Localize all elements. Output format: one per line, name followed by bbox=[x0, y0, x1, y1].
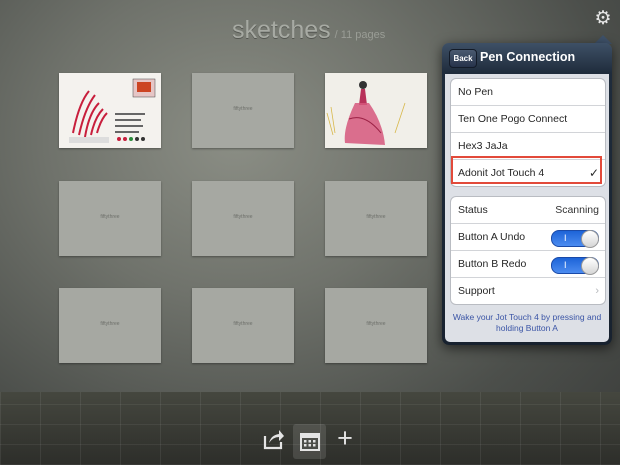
button-a-label: Button A Undo bbox=[458, 231, 526, 243]
thumbnail-watermark: fiftythree bbox=[233, 321, 253, 327]
status-row: Status Scanning bbox=[451, 197, 605, 224]
thumbnail-watermark: fiftythree bbox=[366, 214, 386, 220]
thumbnail-watermark: fiftythree bbox=[100, 214, 120, 220]
toggle-on-mark: I bbox=[564, 260, 567, 270]
support-label: Support bbox=[458, 285, 495, 297]
thumbnail-watermark: fiftythree bbox=[366, 321, 386, 327]
button-b-row: Button B Redo I bbox=[451, 251, 605, 278]
toggle-on-mark: I bbox=[564, 233, 567, 243]
calendar-icon bbox=[300, 433, 320, 451]
page-thumbnail-4[interactable]: fiftythree bbox=[59, 181, 161, 256]
thumbnail-watermark: fiftythree bbox=[233, 106, 253, 112]
page-thumbnail-6[interactable]: fiftythree bbox=[325, 181, 427, 256]
popover-body: No Pen Ten One Pogo Connect Hex3 JaJa Ad… bbox=[445, 74, 609, 342]
back-button[interactable]: Back bbox=[449, 49, 477, 68]
status-label: Status bbox=[458, 204, 488, 216]
support-row[interactable]: Support › bbox=[451, 278, 605, 304]
sketch-drawing-icon bbox=[59, 73, 161, 148]
wake-instructions: Wake your Jot Touch 4 by pressing and ho… bbox=[452, 312, 602, 333]
pen-settings: Status Scanning Button A Undo I Button B … bbox=[450, 196, 606, 305]
chevron-right-icon: › bbox=[595, 285, 599, 297]
page-thumbnail-8[interactable]: fiftythree bbox=[192, 288, 294, 363]
thumbnail-watermark: fiftythree bbox=[233, 214, 253, 220]
button-a-row: Button A Undo I bbox=[451, 224, 605, 251]
gear-icon[interactable]: ⚙ bbox=[594, 9, 612, 28]
toggle-knob bbox=[581, 230, 599, 248]
add-page-plus-icon[interactable]: + bbox=[334, 425, 356, 452]
page-title: sketches/ 11 pages bbox=[232, 16, 385, 45]
page-count: / 11 pages bbox=[334, 29, 386, 41]
page-thumbnail-9[interactable]: fiftythree bbox=[325, 288, 427, 363]
page-thumbnail-2[interactable]: fiftythree bbox=[192, 73, 294, 148]
page-thumbnail-5[interactable]: fiftythree bbox=[192, 181, 294, 256]
sketch-figure-icon bbox=[325, 73, 427, 148]
toggle-knob bbox=[581, 257, 599, 275]
share-icon[interactable] bbox=[263, 428, 285, 450]
notebook-title: sketches bbox=[232, 16, 331, 44]
page-thumbnail-7[interactable]: fiftythree bbox=[59, 288, 161, 363]
selection-highlight-box bbox=[451, 156, 602, 184]
button-a-toggle[interactable]: I bbox=[551, 230, 599, 248]
popover-title: Pen Connection bbox=[480, 50, 576, 64]
pen-option-label: No Pen bbox=[458, 86, 494, 98]
status-value: Scanning bbox=[555, 204, 599, 216]
pen-option-no-pen[interactable]: No Pen bbox=[451, 79, 605, 106]
pen-option-label: Hex3 JaJa bbox=[458, 140, 508, 152]
button-b-toggle[interactable]: I bbox=[551, 257, 599, 275]
thumbnail-watermark: fiftythree bbox=[100, 321, 120, 327]
pen-option-pogo-connect[interactable]: Ten One Pogo Connect bbox=[451, 106, 605, 133]
page-thumbnail-3[interactable] bbox=[325, 73, 427, 148]
pen-connection-popover: Back Pen Connection No Pen Ten One Pogo … bbox=[442, 43, 612, 345]
page-thumbnail-1[interactable] bbox=[59, 73, 161, 148]
button-b-label: Button B Redo bbox=[458, 258, 527, 270]
pen-option-label: Ten One Pogo Connect bbox=[458, 113, 568, 125]
